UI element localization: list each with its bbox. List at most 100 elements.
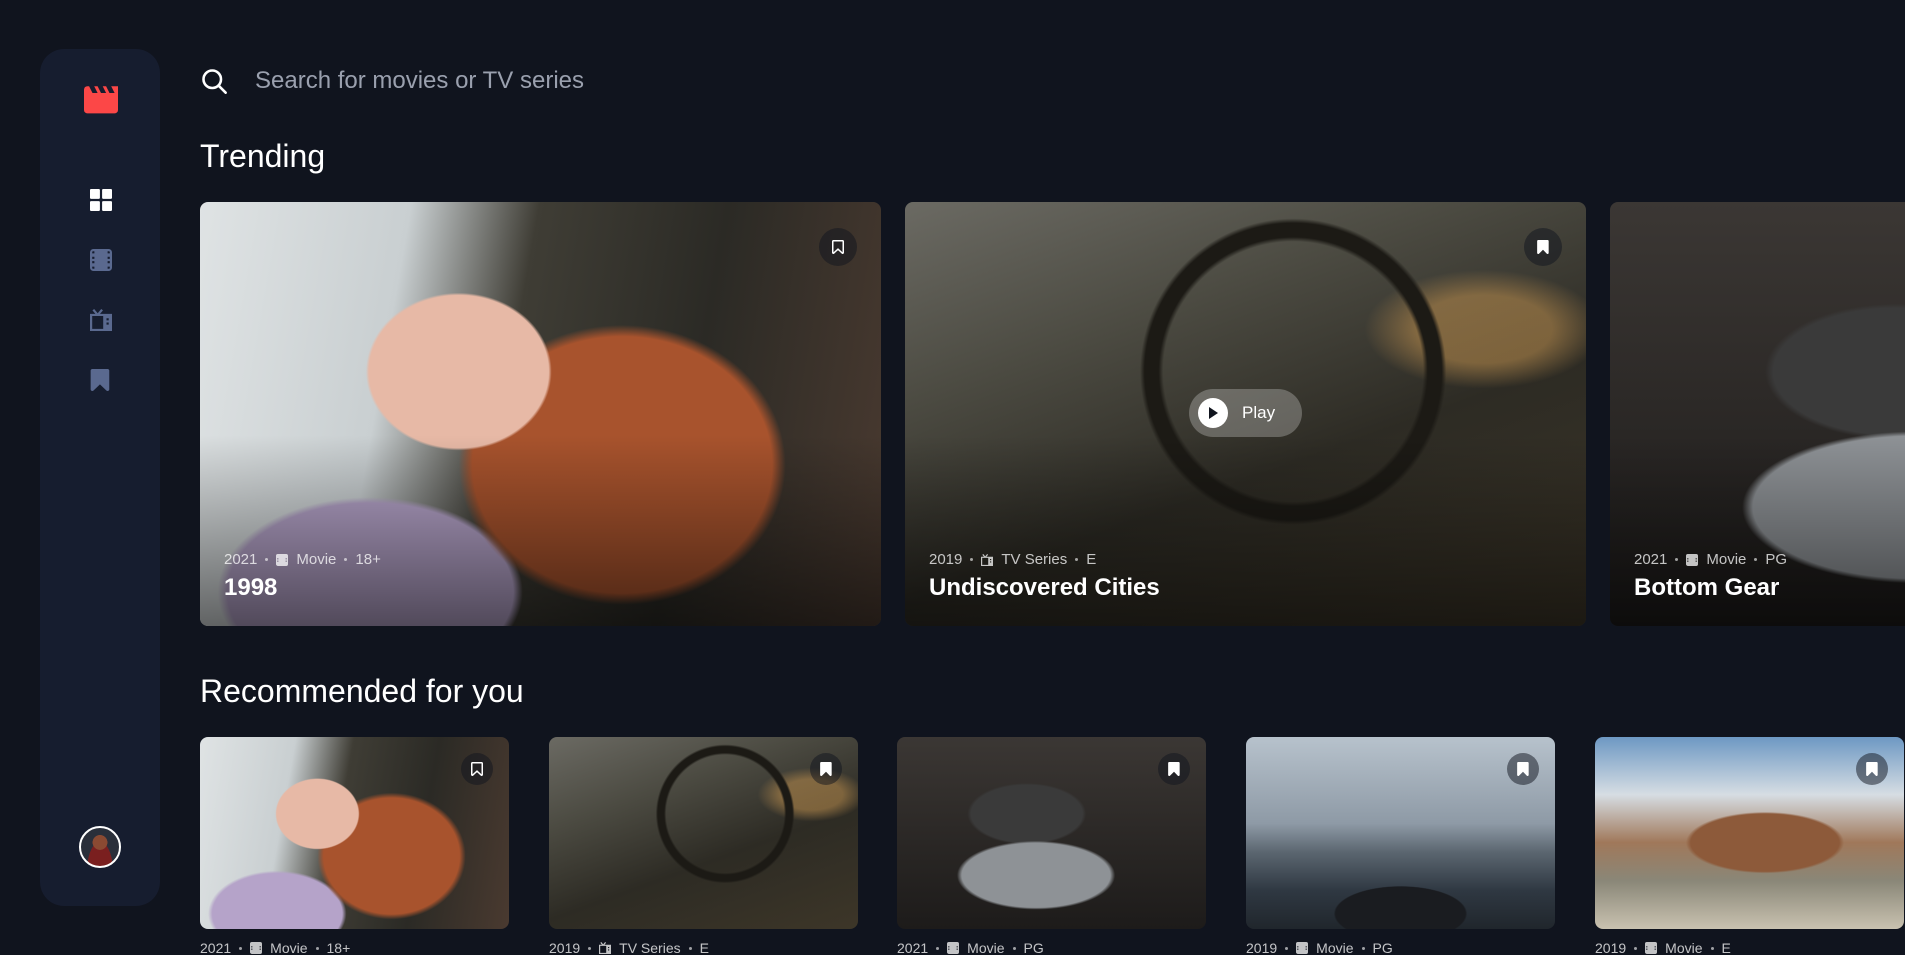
nav-bookmarks-icon[interactable]: [90, 369, 110, 391]
card-rating: PG: [1372, 940, 1393, 955]
bookmark-full-icon: [820, 762, 832, 776]
recommended-card[interactable]: 2019 Movie PG: [1246, 737, 1555, 955]
card-year: 2021: [1634, 551, 1668, 568]
card-meta: 2021 Movie PG: [897, 940, 1044, 955]
nav-tv-series-icon[interactable]: [90, 309, 112, 331]
bookmark-button[interactable]: [1856, 753, 1888, 785]
card-title: 1998: [224, 574, 278, 601]
bookmark-full-icon: [1537, 240, 1549, 254]
card-meta: 2021 Movie 18+: [200, 940, 350, 955]
separator-dot: [1754, 558, 1758, 561]
sidebar: [40, 49, 160, 906]
bookmark-full-icon: [1517, 762, 1529, 776]
card-category: Movie: [1665, 940, 1703, 955]
separator-dot: [936, 946, 940, 950]
card-category: Movie: [1706, 551, 1747, 568]
card-year: 2019: [549, 940, 581, 955]
card-rating: 18+: [355, 551, 381, 568]
card-meta: 2019 TV Series E: [929, 551, 1096, 568]
separator-dot: [1012, 946, 1016, 950]
card-category: Movie: [296, 551, 337, 568]
search-input[interactable]: [255, 62, 1155, 100]
trending-heading: Trending: [200, 138, 326, 174]
card-thumbnail[interactable]: [549, 737, 858, 929]
card-category: Movie: [967, 940, 1005, 955]
card-category: Movie: [1316, 940, 1354, 955]
separator-dot: [1361, 946, 1365, 950]
card-meta: 2021 Movie 18+: [224, 551, 381, 568]
logo-icon[interactable]: [84, 85, 118, 115]
card-thumbnail[interactable]: [1595, 737, 1904, 929]
card-category: TV Series: [1001, 551, 1068, 568]
movie-category-icon: [250, 942, 263, 954]
separator-dot: [315, 946, 319, 950]
play-button[interactable]: Play: [1189, 389, 1302, 437]
play-label: Play: [1242, 403, 1276, 422]
separator-dot: [239, 946, 243, 950]
search-bar: [200, 62, 1400, 100]
separator-dot: [1710, 946, 1714, 950]
recommended-card[interactable]: 2021 Movie 18+: [200, 737, 509, 955]
user-avatar[interactable]: [79, 826, 121, 868]
recommended-card[interactable]: 2021 Movie PG: [897, 737, 1206, 955]
trending-card[interactable]: 2021 Movie PG Bottom Gear: [1610, 202, 1905, 626]
card-year: 2019: [1246, 940, 1278, 955]
separator-dot: [265, 558, 269, 561]
card-rating: PG: [1023, 940, 1044, 955]
card-meta: 2019 TV Series E: [549, 940, 709, 955]
trending-carousel[interactable]: 2021 Movie 18+ 1998 Play 2019 TV Series …: [200, 202, 1905, 626]
bookmark-button[interactable]: [461, 753, 493, 785]
search-icon: [202, 69, 227, 94]
nav-home-icon[interactable]: [90, 189, 112, 211]
card-thumbnail[interactable]: [897, 737, 1206, 929]
movie-category-icon: [1645, 942, 1658, 954]
bookmark-empty-icon: [832, 240, 844, 254]
bookmark-button[interactable]: [819, 228, 857, 266]
bookmark-button[interactable]: [1158, 753, 1190, 785]
card-year: 2021: [897, 940, 929, 955]
recommended-grid: 2021 Movie 18+ 2019 TV Series E 2021 Mov…: [200, 737, 1905, 955]
bookmark-button[interactable]: [810, 753, 842, 785]
separator-dot: [588, 946, 592, 950]
recommended-heading: Recommended for you: [200, 673, 524, 709]
card-thumbnail[interactable]: [1246, 737, 1555, 929]
card-rating: 18+: [326, 940, 351, 955]
tv-category-icon: [981, 553, 994, 566]
recommended-card[interactable]: 2019 Movie E: [1595, 737, 1904, 955]
separator-dot: [1675, 558, 1679, 561]
movie-category-icon: [947, 942, 960, 954]
separator-dot: [344, 558, 348, 561]
separator-dot: [1634, 946, 1638, 950]
card-rating: E: [1721, 940, 1731, 955]
card-rating: E: [1086, 551, 1097, 568]
card-rating: E: [699, 940, 709, 955]
tv-category-icon: [599, 942, 612, 954]
recommended-card[interactable]: 2019 TV Series E: [549, 737, 858, 955]
trending-card[interactable]: 2021 Movie 18+ 1998: [200, 202, 881, 626]
card-category: TV Series: [619, 940, 681, 955]
card-category: Movie: [270, 940, 308, 955]
card-meta: 2019 Movie PG: [1246, 940, 1393, 955]
bookmark-button[interactable]: [1524, 228, 1562, 266]
card-year: 2021: [224, 551, 258, 568]
movie-category-icon: [1686, 553, 1699, 566]
card-year: 2019: [929, 551, 963, 568]
card-title: Undiscovered Cities: [929, 574, 1160, 601]
play-icon: [1198, 398, 1228, 428]
bookmark-button[interactable]: [1507, 753, 1539, 785]
app: Trending 2021 Movie 18+ 1998: [0, 0, 1905, 955]
card-meta: 2021 Movie PG: [1634, 551, 1787, 568]
card-thumbnail[interactable]: [200, 737, 509, 929]
separator-dot: [1285, 946, 1289, 950]
card-rating: PG: [1765, 551, 1788, 568]
separator-dot: [970, 558, 974, 561]
separator-dot: [688, 946, 692, 950]
bookmark-full-icon: [1866, 762, 1878, 776]
bookmark-full-icon: [1168, 762, 1180, 776]
trending-card[interactable]: Play 2019 TV Series E Undiscovered Citie…: [905, 202, 1586, 626]
card-title: Bottom Gear: [1634, 574, 1780, 601]
nav-movies-icon[interactable]: [90, 249, 112, 271]
bookmark-empty-icon: [471, 762, 483, 776]
movie-category-icon: [1296, 942, 1309, 954]
card-meta: 2019 Movie E: [1595, 940, 1731, 955]
